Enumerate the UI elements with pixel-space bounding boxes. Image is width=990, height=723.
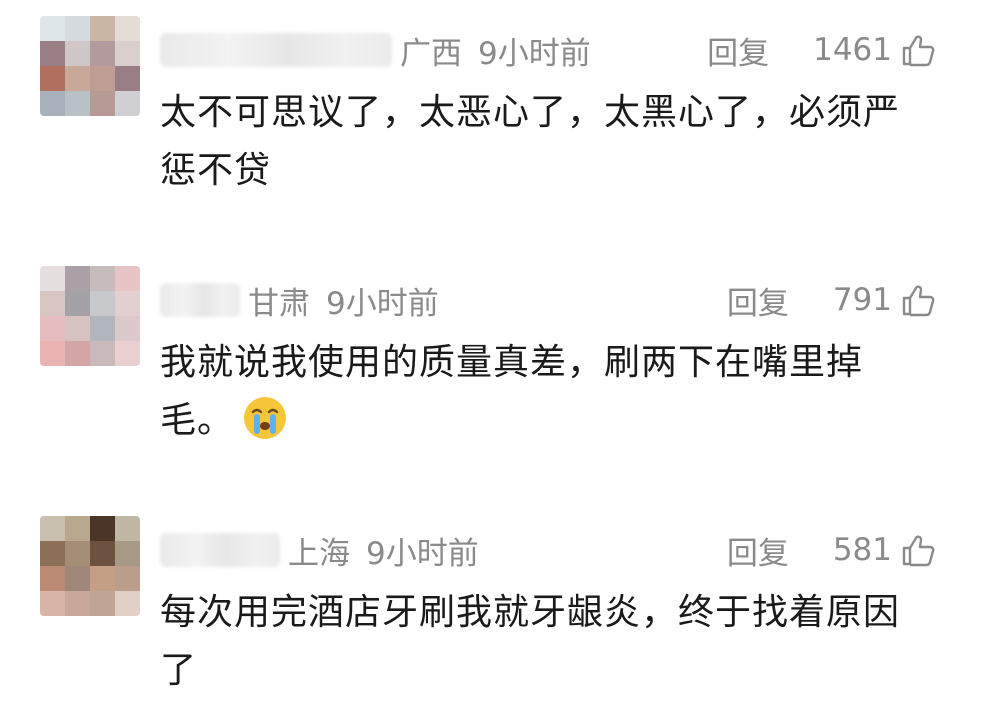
avatar-pixel — [40, 291, 65, 316]
avatar-pixel — [90, 516, 115, 541]
timestamp: 9小时前 — [366, 535, 479, 572]
comment-text: 我就说我使用的质量真差，刷两下在嘴里掉毛。 — [160, 334, 920, 450]
comment-meta: 广西 9小时前 回复 1461 — [160, 28, 938, 72]
avatar-pixel — [65, 41, 90, 66]
comment-meta: 上海 9小时前 回复 581 — [160, 528, 938, 572]
avatar-pixel — [90, 341, 115, 366]
avatar-pixel — [40, 66, 65, 91]
region-label: 上海 — [288, 535, 350, 572]
avatar-pixel — [65, 291, 90, 316]
avatar-pixel — [115, 316, 140, 341]
timestamp: 9小时前 — [478, 35, 591, 72]
avatar-pixel — [40, 541, 65, 566]
avatar-pixel — [115, 516, 140, 541]
avatar-pixel — [65, 316, 90, 341]
region-label: 广西 — [400, 35, 462, 72]
reply-button[interactable]: 回复 — [727, 278, 789, 323]
avatar-pixel — [40, 91, 65, 116]
avatar-pixel — [115, 291, 140, 316]
avatar-pixel — [115, 41, 140, 66]
avatar-pixel — [65, 266, 90, 291]
avatar-pixel — [115, 566, 140, 591]
reply-button[interactable]: 回复 — [727, 528, 789, 573]
avatar-pixel — [115, 266, 140, 291]
avatar-pixel — [115, 91, 140, 116]
avatar-pixel — [65, 66, 90, 91]
avatar-pixel — [115, 16, 140, 41]
avatar-pixel — [90, 66, 115, 91]
avatar[interactable] — [40, 16, 140, 116]
avatar-pixel — [65, 566, 90, 591]
avatar-pixel — [115, 541, 140, 566]
avatar-pixel — [40, 16, 65, 41]
avatar[interactable] — [40, 266, 140, 366]
avatar-pixel — [40, 316, 65, 341]
like-count: 1461 — [813, 32, 892, 68]
avatar-pixel — [115, 66, 140, 91]
like-count: 581 — [832, 532, 892, 568]
comment-meta: 甘肃 9小时前 回复 791 — [160, 278, 938, 322]
avatar-pixel — [65, 541, 90, 566]
crying-face-icon — [244, 397, 287, 439]
avatar-pixel — [40, 566, 65, 591]
avatar-pixel — [65, 341, 90, 366]
avatar-pixel — [90, 291, 115, 316]
avatar-pixel — [40, 591, 65, 616]
avatar-pixel — [90, 566, 115, 591]
comment-text: 每次用完酒店牙刷我就牙龈炎，终于找着原因了 — [160, 592, 901, 691]
timestamp: 9小时前 — [326, 285, 439, 322]
avatar-pixel — [90, 266, 115, 291]
comment-text: 太不可思议了，太恶心了，太黑心了，必须严惩不贷 — [160, 92, 901, 191]
thumbs-up-icon[interactable] — [898, 530, 938, 570]
avatar-pixel — [90, 91, 115, 116]
avatar-pixel — [65, 591, 90, 616]
avatar-pixel — [65, 16, 90, 41]
thumbs-up-icon[interactable] — [898, 30, 938, 70]
username[interactable] — [160, 33, 392, 67]
avatar-pixel — [40, 266, 65, 291]
avatar[interactable] — [40, 516, 140, 616]
avatar-pixel — [65, 91, 90, 116]
thumbs-up-icon[interactable] — [898, 280, 938, 320]
username[interactable] — [160, 533, 280, 567]
avatar-pixel — [90, 316, 115, 341]
avatar-pixel — [90, 41, 115, 66]
avatar-pixel — [90, 16, 115, 41]
avatar-pixel — [40, 41, 65, 66]
region-label: 甘肃 — [248, 285, 310, 322]
avatar-pixel — [65, 516, 90, 541]
avatar-pixel — [90, 541, 115, 566]
avatar-pixel — [115, 591, 140, 616]
avatar-pixel — [115, 341, 140, 366]
avatar-pixel — [40, 516, 65, 541]
avatar-pixel — [40, 341, 65, 366]
reply-button[interactable]: 回复 — [707, 28, 769, 73]
avatar-pixel — [90, 591, 115, 616]
like-count: 791 — [832, 282, 892, 318]
username[interactable] — [160, 283, 240, 317]
